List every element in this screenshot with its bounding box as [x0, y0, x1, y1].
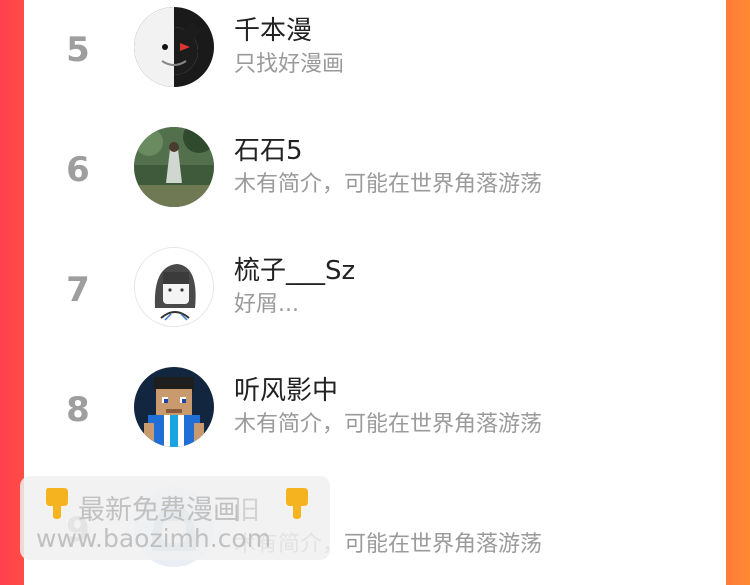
avatar[interactable] [134, 7, 214, 87]
girl-in-forest-avatar-icon [134, 127, 214, 207]
rank-number: 5 [66, 30, 90, 70]
user-description: 木有简介，可能在世界角落游荡 [234, 412, 543, 437]
user-name: 石石5 [234, 136, 303, 166]
avatar[interactable] [134, 127, 214, 207]
monokuma-avatar-icon [134, 7, 214, 87]
list-item[interactable]: 6 石石5 木有简介，可能在世界角落游荡 [24, 118, 726, 238]
rank-number: 8 [66, 390, 90, 430]
sketch-girl-avatar-icon [135, 248, 213, 326]
user-name: 听风影中 [234, 376, 339, 406]
list-item[interactable]: 8 听风影中 木有简介，可能在世界角落游荡 [24, 358, 726, 478]
user-name: 梳子___Sz [234, 256, 356, 286]
user-description: 木有简介，可能在世界角落游荡 [234, 172, 543, 197]
pointing-down-hand-icon [46, 488, 68, 519]
user-description: 好屑... [234, 292, 299, 317]
pointing-down-hand-icon [286, 488, 308, 519]
watermark-url: www.baozimh.com [36, 524, 272, 553]
user-description: 只找好漫画 [234, 52, 345, 77]
user-name: 千本漫 [234, 16, 313, 46]
pixel-character-avatar-icon [134, 367, 214, 447]
watermark-overlay: 最新免费漫画 www.baozimh.com [20, 476, 330, 560]
rank-number: 7 [66, 270, 90, 310]
rank-number: 6 [66, 150, 90, 190]
list-item[interactable]: 5 千本漫 只找好漫画 [24, 0, 726, 118]
watermark-text: 最新免费漫画 [78, 495, 240, 526]
list-item[interactable]: 7 梳子___Sz 好屑... [24, 238, 726, 358]
avatar[interactable] [134, 247, 214, 327]
avatar[interactable] [134, 367, 214, 447]
